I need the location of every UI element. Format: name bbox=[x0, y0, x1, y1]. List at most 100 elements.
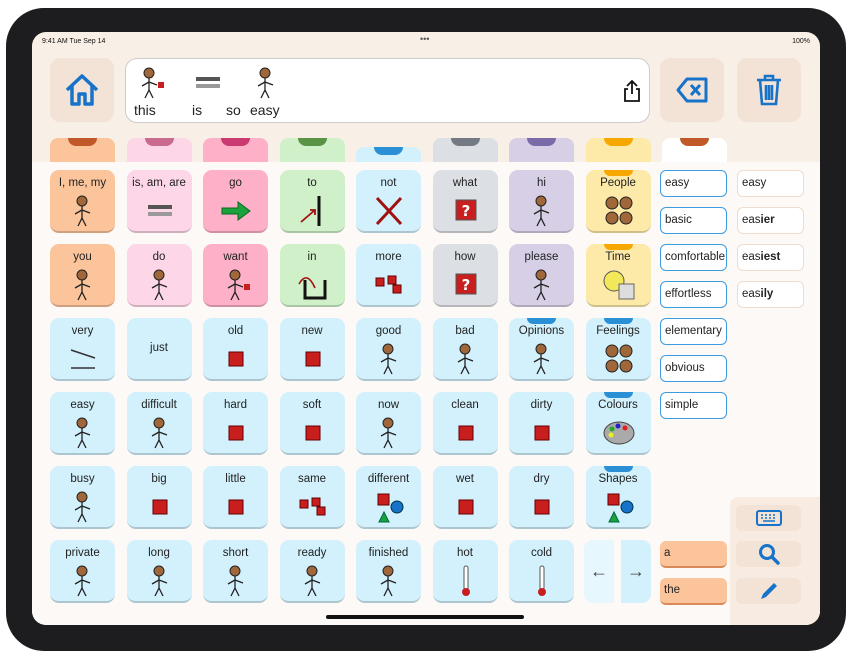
word-form-button[interactable]: easy bbox=[737, 170, 804, 197]
synonym-button[interactable]: elementary bbox=[660, 318, 727, 345]
category-tab[interactable] bbox=[50, 138, 115, 164]
lines-symbol-icon bbox=[70, 349, 96, 369]
message-word[interactable]: easy bbox=[250, 66, 282, 118]
thermo-symbol-icon bbox=[538, 565, 546, 596]
edit-button[interactable] bbox=[736, 578, 801, 604]
word-button-cold[interactable]: cold bbox=[509, 540, 574, 603]
word-button-feelings[interactable]: Feelings bbox=[585, 318, 651, 381]
word-button-please[interactable]: please bbox=[509, 244, 574, 307]
message-word[interactable]: this bbox=[134, 66, 166, 118]
word-button-colours[interactable]: Colours bbox=[585, 392, 651, 455]
tab-marker bbox=[297, 138, 327, 146]
word-button-is-am-are[interactable]: is, am, are bbox=[126, 170, 192, 233]
word-button-good[interactable]: good bbox=[356, 318, 421, 381]
word-button-clean[interactable]: clean bbox=[432, 392, 498, 455]
person-symbol-icon bbox=[74, 269, 91, 301]
home-button[interactable] bbox=[50, 58, 114, 122]
category-tab[interactable] bbox=[432, 138, 498, 164]
word-button-i-me-my[interactable]: I, me, my bbox=[50, 170, 115, 233]
square-symbol-icon bbox=[458, 425, 473, 441]
word-button-time[interactable]: Time bbox=[585, 244, 651, 307]
word-button-what[interactable]: what? bbox=[432, 170, 498, 233]
message-word[interactable]: so bbox=[226, 102, 241, 118]
word-button-hot[interactable]: hot bbox=[432, 540, 498, 603]
word-button-hard[interactable]: hard bbox=[203, 392, 268, 455]
synonym-button[interactable]: comfortable bbox=[660, 244, 727, 271]
synonym-button[interactable]: obvious bbox=[660, 355, 727, 382]
category-tab[interactable] bbox=[509, 138, 574, 164]
word-form-button[interactable]: easiest bbox=[737, 244, 804, 271]
share-icon[interactable] bbox=[623, 79, 641, 103]
determiner-button[interactable]: a bbox=[660, 541, 727, 568]
next-page-button[interactable]: → bbox=[621, 540, 651, 603]
word-button-short[interactable]: short bbox=[203, 540, 268, 603]
square-symbol-icon bbox=[305, 351, 320, 367]
word-button-ready[interactable]: ready bbox=[279, 540, 345, 603]
word-button-go[interactable]: go bbox=[203, 170, 268, 233]
word-button-shapes[interactable]: Shapes bbox=[585, 466, 651, 529]
word-button-dry[interactable]: dry bbox=[509, 466, 574, 529]
person-symbol-icon bbox=[74, 195, 91, 227]
word-button-do[interactable]: do bbox=[126, 244, 192, 307]
keyboard-icon bbox=[755, 510, 782, 526]
category-tab[interactable] bbox=[126, 138, 192, 164]
word-button-long[interactable]: long bbox=[126, 540, 192, 603]
app-screen: 9:41 AM Tue Sep 14 ••• 100% this is so easy… bbox=[32, 32, 820, 625]
multitask-dots[interactable]: ••• bbox=[420, 34, 429, 44]
word-button-in[interactable]: in bbox=[279, 244, 345, 307]
in-symbol-icon bbox=[297, 277, 326, 300]
word-button-new[interactable]: new bbox=[279, 318, 345, 381]
word-button-want[interactable]: want bbox=[203, 244, 268, 307]
word-button-easy[interactable]: easy bbox=[50, 392, 115, 455]
word-button-soft[interactable]: soft bbox=[279, 392, 345, 455]
word-button-not[interactable]: not bbox=[356, 170, 421, 233]
word-button-different[interactable]: different bbox=[356, 466, 421, 529]
synonym-button[interactable]: simple bbox=[660, 392, 727, 419]
word-form-button[interactable]: easily bbox=[737, 281, 804, 308]
category-tab[interactable] bbox=[279, 138, 345, 164]
word-button-bad[interactable]: bad bbox=[432, 318, 498, 381]
word-button-hi[interactable]: hi bbox=[509, 170, 574, 233]
category-tab[interactable] bbox=[203, 138, 268, 164]
person-symbol-icon bbox=[151, 269, 167, 301]
synonym-button[interactable]: easy bbox=[660, 170, 727, 197]
word-button-you[interactable]: you bbox=[50, 244, 115, 307]
word-button-little[interactable]: little bbox=[203, 466, 268, 529]
word-button-busy[interactable]: busy bbox=[50, 466, 115, 529]
word-button-finished[interactable]: finished bbox=[356, 540, 421, 603]
synonym-button[interactable]: effortless bbox=[660, 281, 727, 308]
word-button-very[interactable]: very bbox=[50, 318, 115, 381]
synonym-button[interactable]: basic bbox=[660, 207, 727, 234]
word-button-more[interactable]: more bbox=[356, 244, 421, 307]
word-button-to[interactable]: to bbox=[279, 170, 345, 233]
backspace-button[interactable] bbox=[660, 58, 724, 122]
keyboard-button[interactable] bbox=[736, 505, 801, 531]
tab-marker bbox=[527, 138, 556, 146]
word-button-just[interactable]: just bbox=[126, 318, 192, 381]
word-button-now[interactable]: now bbox=[356, 392, 421, 455]
word-button-opinions[interactable]: Opinions bbox=[509, 318, 574, 381]
previous-page-button[interactable]: ← bbox=[584, 540, 614, 603]
word-button-dirty[interactable]: dirty bbox=[509, 392, 574, 455]
word-button-people[interactable]: People bbox=[585, 170, 651, 233]
word-button-how[interactable]: how? bbox=[432, 244, 498, 307]
word-button-difficult[interactable]: difficult bbox=[126, 392, 192, 455]
word-button-private[interactable]: private bbox=[50, 540, 115, 603]
shapes-symbol-icon bbox=[377, 493, 404, 523]
svg-text:?: ? bbox=[461, 202, 470, 220]
home-indicator[interactable] bbox=[326, 615, 524, 619]
word-button-old[interactable]: old bbox=[203, 318, 268, 381]
question-symbol-icon: ? bbox=[455, 199, 476, 221]
search-button[interactable] bbox=[736, 541, 801, 567]
clear-button[interactable] bbox=[737, 58, 801, 122]
word-form-button[interactable]: easier bbox=[737, 207, 804, 234]
message-bar[interactable]: this is so easy bbox=[125, 58, 650, 123]
word-button-big[interactable]: big bbox=[126, 466, 192, 529]
word-button-same[interactable]: same bbox=[279, 466, 345, 529]
faces-symbol-icon bbox=[605, 344, 632, 373]
word-button-wet[interactable]: wet bbox=[432, 466, 498, 529]
square-symbol-icon bbox=[228, 351, 244, 367]
category-tab[interactable] bbox=[585, 138, 651, 164]
determiner-button[interactable]: the bbox=[660, 578, 727, 605]
message-word[interactable]: is bbox=[192, 66, 224, 118]
